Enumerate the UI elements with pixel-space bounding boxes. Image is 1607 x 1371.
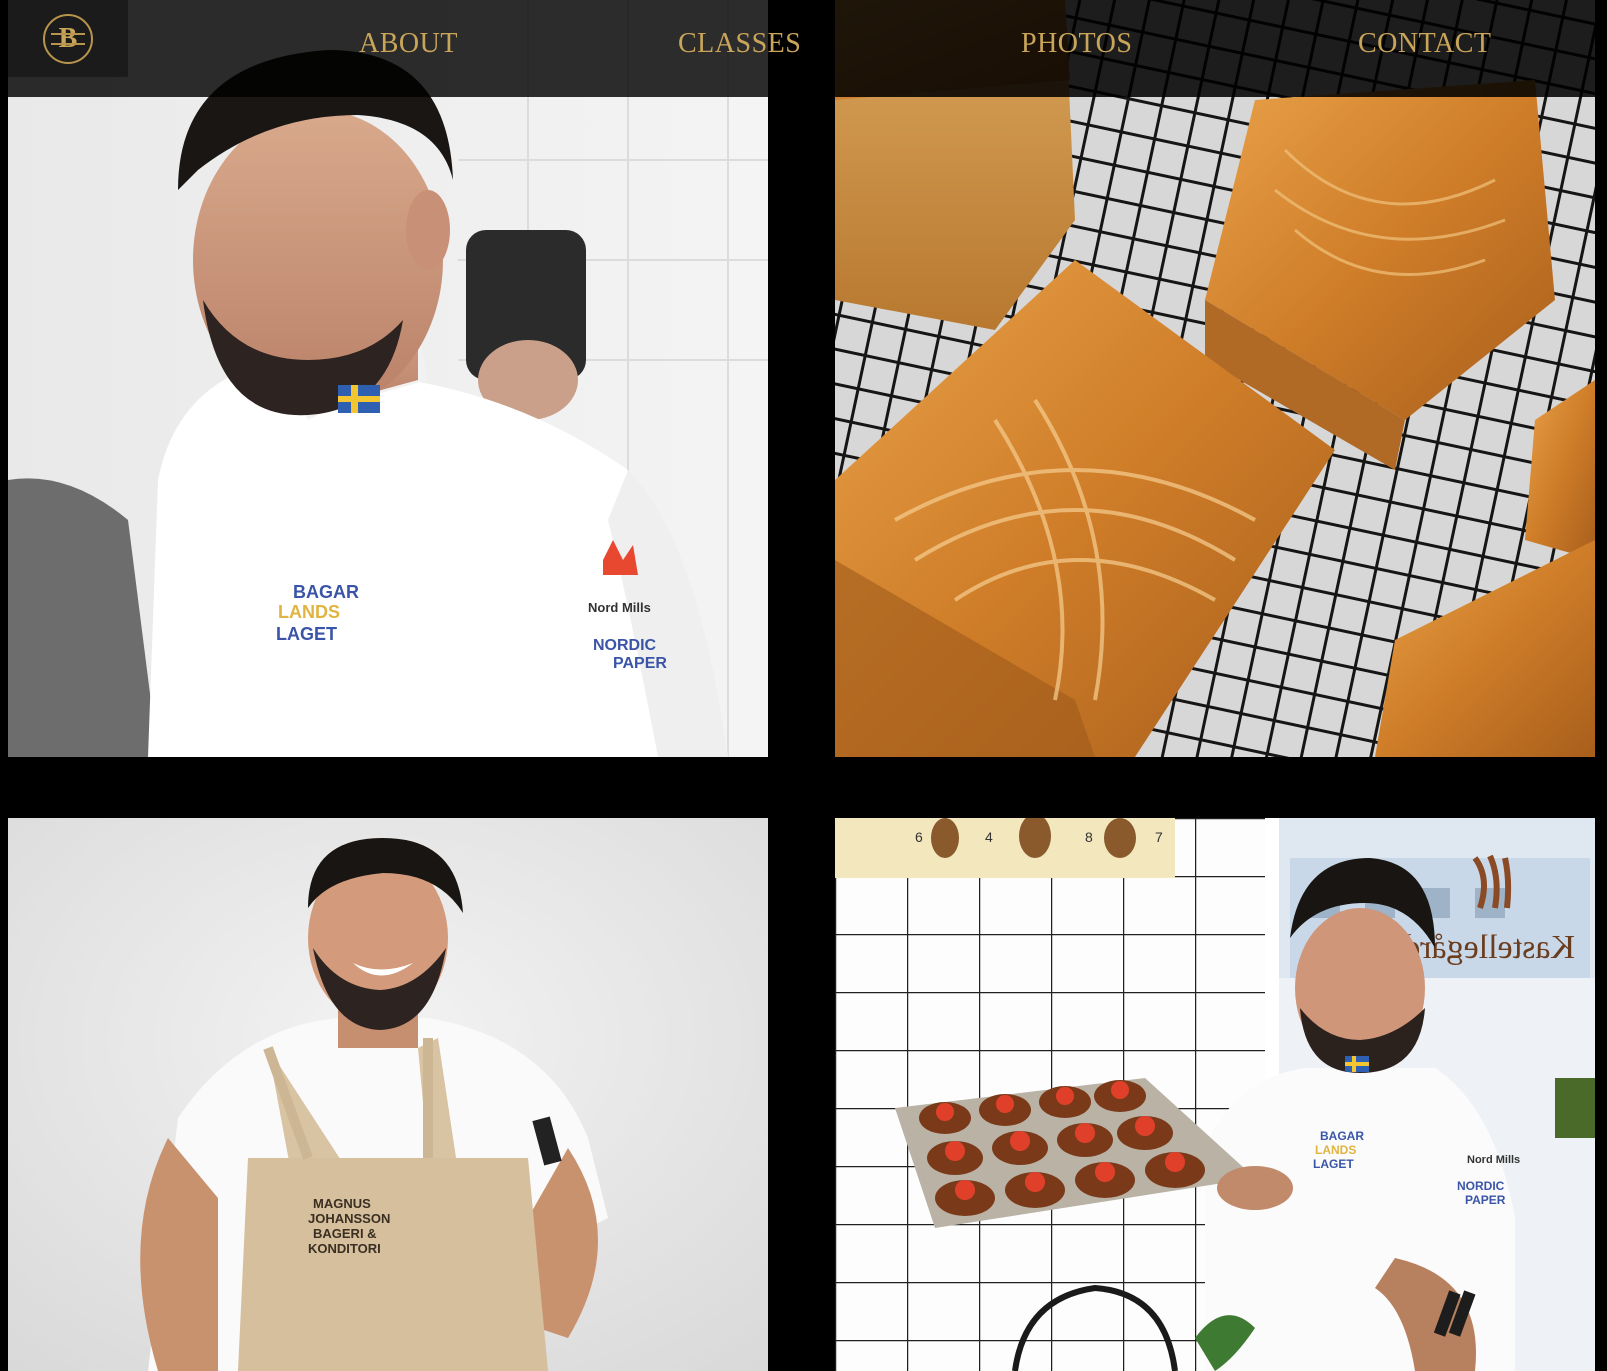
nav-link-classes[interactable]: CLASSES [678, 28, 801, 60]
svg-text:NORDIC: NORDIC [1457, 1179, 1505, 1193]
svg-text:Nord Mills: Nord Mills [1467, 1154, 1520, 1166]
svg-text:6: 6 [915, 829, 923, 845]
svg-text:BAGAR: BAGAR [1320, 1129, 1364, 1143]
page: B ABOUT CLASSES PHOTOS CONTACT BAGAR LAN… [0, 0, 1607, 1371]
svg-text:LAGET: LAGET [276, 624, 337, 644]
svg-text:MAGNUS: MAGNUS [313, 1196, 371, 1211]
gallery-photo-baker-pastries[interactable]: 6 4 8 7 Kastellegården BAGAR LANDS LAGET… [835, 818, 1595, 1371]
svg-text:KONDITORI: KONDITORI [308, 1241, 381, 1256]
top-navbar: B ABOUT CLASSES PHOTOS CONTACT [8, 0, 1595, 97]
svg-text:BAGAR: BAGAR [293, 582, 359, 602]
svg-text:7: 7 [1155, 829, 1163, 845]
gallery-photo-baker-portrait[interactable]: BAGAR LANDS LAGET Nord Mills NORDIC PAPE… [8, 0, 768, 757]
logo-letter: B [58, 22, 78, 54]
brioche-cubes-image [835, 0, 1595, 757]
svg-text:4: 4 [985, 829, 993, 845]
svg-text:Nord Mills: Nord Mills [588, 600, 651, 615]
svg-text:NORDIC: NORDIC [593, 637, 657, 654]
svg-text:LANDS: LANDS [1315, 1143, 1356, 1157]
svg-text:BAGERI &: BAGERI & [313, 1226, 377, 1241]
svg-text:LAGET: LAGET [1313, 1157, 1354, 1171]
gallery-photo-brioche-cubes[interactable] [835, 0, 1595, 757]
svg-text:8: 8 [1085, 829, 1093, 845]
nav-link-about[interactable]: ABOUT [359, 28, 458, 60]
site-logo[interactable]: B [8, 0, 128, 77]
svg-text:PAPER: PAPER [1465, 1193, 1506, 1207]
svg-text:JOHANSSON: JOHANSSON [308, 1211, 390, 1226]
svg-text:LANDS: LANDS [278, 602, 340, 622]
logo-emblem-icon: B [43, 13, 93, 64]
svg-text:PAPER: PAPER [613, 655, 667, 672]
nav-link-photos[interactable]: PHOTOS [1021, 28, 1132, 60]
gallery-photo-baker-apron[interactable]: MAGNUS JOHANSSON BAGERI & KONDITORI [8, 818, 768, 1371]
nav-link-contact[interactable]: CONTACT [1358, 28, 1491, 60]
baker-portrait-image: BAGAR LANDS LAGET Nord Mills NORDIC PAPE… [8, 0, 768, 757]
baker-pastries-image: 6 4 8 7 Kastellegården BAGAR LANDS LAGET… [835, 818, 1595, 1371]
baker-apron-image: MAGNUS JOHANSSON BAGERI & KONDITORI [8, 818, 768, 1371]
